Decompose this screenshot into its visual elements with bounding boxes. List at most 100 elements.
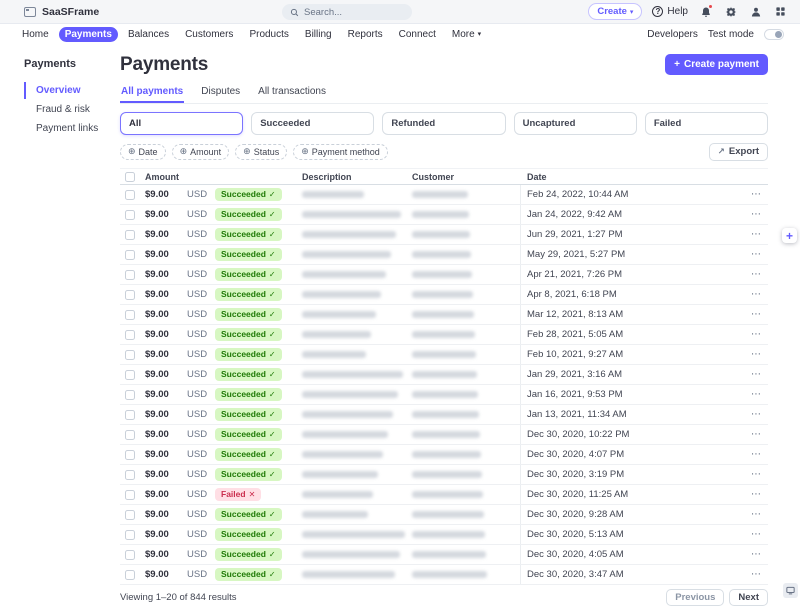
row-actions-button[interactable]: ⋯	[745, 569, 768, 580]
table-row[interactable]: $9.00 USD Failed ✕ Dec 30, 2020, 11:25 AM ⋯	[120, 485, 768, 505]
filter-chip-amount[interactable]: ⊕ Amount	[171, 144, 230, 160]
row-actions-button[interactable]: ⋯	[745, 269, 768, 280]
row-checkbox[interactable]	[125, 309, 135, 320]
row-checkbox[interactable]	[125, 289, 135, 300]
filter-chip-payment-method[interactable]: ⊕ Payment method	[293, 144, 388, 160]
apps-grid-button[interactable]	[773, 4, 788, 19]
row-checkbox[interactable]	[125, 349, 135, 360]
row-checkbox[interactable]	[125, 429, 135, 440]
nav-item-connect[interactable]: Connect	[393, 27, 442, 42]
test-mode-toggle[interactable]	[764, 28, 784, 40]
row-actions-button[interactable]: ⋯	[745, 249, 768, 260]
tab-all-payments[interactable]: All payments	[120, 84, 184, 103]
viewport-widget-button[interactable]	[783, 583, 798, 598]
settings-button[interactable]	[723, 4, 738, 19]
table-row[interactable]: $9.00 USD Succeeded ✓ May 29, 2021, 5:27 PM ⋯	[120, 245, 768, 265]
filter-chip-date[interactable]: ⊕ Date	[120, 144, 166, 160]
row-actions-button[interactable]: ⋯	[745, 409, 768, 420]
table-row[interactable]: $9.00 USD Succeeded ✓ Jan 13, 2021, 11:34 AM…	[120, 405, 768, 425]
select-all-checkbox[interactable]	[125, 171, 135, 182]
row-actions-button[interactable]: ⋯	[745, 229, 768, 240]
table-row[interactable]: $9.00 USD Succeeded ✓ Dec 30, 2020, 10:22 PM…	[120, 425, 768, 445]
next-page-button[interactable]: Next	[729, 589, 768, 606]
row-checkbox[interactable]	[125, 329, 135, 340]
filter-chip-status[interactable]: ⊕ Status	[235, 144, 288, 160]
nav-item-customers[interactable]: Customers	[179, 27, 239, 42]
row-actions-button[interactable]: ⋯	[745, 529, 768, 540]
previous-page-button[interactable]: Previous	[666, 589, 725, 606]
row-actions-button[interactable]: ⋯	[745, 189, 768, 200]
table-row[interactable]: $9.00 USD Succeeded ✓ Jun 29, 2021, 1:27 PM ⋯	[120, 225, 768, 245]
table-row[interactable]: $9.00 USD Succeeded ✓ Mar 12, 2021, 8:13 AM ⋯	[120, 305, 768, 325]
row-checkbox[interactable]	[125, 569, 135, 580]
row-checkbox[interactable]	[125, 209, 135, 220]
row-checkbox[interactable]	[125, 369, 135, 380]
floating-add-button[interactable]: +	[782, 228, 797, 243]
nav-item-products[interactable]: Products	[243, 27, 294, 42]
table-row[interactable]: $9.00 USD Succeeded ✓ Feb 24, 2022, 10:44 AM…	[120, 185, 768, 205]
row-actions-button[interactable]: ⋯	[745, 549, 768, 560]
nav-item-payments[interactable]: Payments	[58, 26, 118, 42]
table-row[interactable]: $9.00 USD Succeeded ✓ Feb 10, 2021, 9:27 AM ⋯	[120, 345, 768, 365]
row-checkbox[interactable]	[125, 449, 135, 460]
table-row[interactable]: $9.00 USD Succeeded ✓ Dec 30, 2020, 4:07 PM ⋯	[120, 445, 768, 465]
nav-item-balances[interactable]: Balances	[122, 27, 175, 42]
sidebar-item-payment-links[interactable]: Payment links	[24, 120, 112, 137]
create-payment-button[interactable]: + Create payment	[665, 54, 768, 75]
row-actions-button[interactable]: ⋯	[745, 349, 768, 360]
tab-disputes[interactable]: Disputes	[200, 84, 241, 103]
row-actions-button[interactable]: ⋯	[745, 209, 768, 220]
nav-item-billing[interactable]: Billing	[299, 27, 338, 42]
filter-card-refunded[interactable]: Refunded	[382, 112, 506, 135]
row-checkbox[interactable]	[125, 529, 135, 540]
row-checkbox[interactable]	[125, 189, 135, 200]
notifications-button[interactable]	[698, 4, 713, 19]
table-row[interactable]: $9.00 USD Succeeded ✓ Dec 30, 2020, 5:13 AM ⋯	[120, 525, 768, 545]
row-actions-button[interactable]: ⋯	[745, 369, 768, 380]
table-row[interactable]: $9.00 USD Succeeded ✓ Dec 30, 2020, 3:19 PM ⋯	[120, 465, 768, 485]
nav-item-home[interactable]: Home	[16, 27, 55, 42]
table-row[interactable]: $9.00 USD Succeeded ✓ Jan 16, 2021, 9:53 PM ⋯	[120, 385, 768, 405]
table-row[interactable]: $9.00 USD Succeeded ✓ Jan 24, 2022, 9:42 AM ⋯	[120, 205, 768, 225]
nav-item-more[interactable]: More ▾	[446, 27, 487, 42]
developers-link[interactable]: Developers	[647, 29, 698, 40]
row-checkbox[interactable]	[125, 409, 135, 420]
row-checkbox[interactable]	[125, 229, 135, 240]
sidebar-item-fraud-risk[interactable]: Fraud & risk	[24, 101, 112, 118]
table-row[interactable]: $9.00 USD Succeeded ✓ Feb 28, 2021, 5:05 AM ⋯	[120, 325, 768, 345]
row-actions-button[interactable]: ⋯	[745, 509, 768, 520]
row-actions-button[interactable]: ⋯	[745, 429, 768, 440]
tab-all-transactions[interactable]: All transactions	[257, 84, 327, 103]
row-checkbox[interactable]	[125, 489, 135, 500]
row-actions-button[interactable]: ⋯	[745, 389, 768, 400]
filter-card-all[interactable]: All	[120, 112, 244, 135]
sidebar-item-overview[interactable]: Overview	[24, 82, 112, 99]
row-checkbox[interactable]	[125, 389, 135, 400]
row-actions-button[interactable]: ⋯	[745, 489, 768, 500]
row-actions-button[interactable]: ⋯	[745, 449, 768, 460]
row-checkbox[interactable]	[125, 269, 135, 280]
table-row[interactable]: $9.00 USD Succeeded ✓ Dec 30, 2020, 3:47 AM ⋯	[120, 565, 768, 585]
table-row[interactable]: $9.00 USD Succeeded ✓ Apr 21, 2021, 7:26 PM ⋯	[120, 265, 768, 285]
filter-card-failed[interactable]: Failed	[644, 112, 769, 135]
filter-card-succeeded[interactable]: Succeeded	[251, 112, 375, 135]
table-row[interactable]: $9.00 USD Succeeded ✓ Dec 30, 2020, 4:05 AM ⋯	[120, 545, 768, 565]
help-button[interactable]: ? Help	[652, 6, 688, 17]
row-checkbox[interactable]	[125, 469, 135, 480]
table-row[interactable]: $9.00 USD Succeeded ✓ Jan 29, 2021, 3:16 AM ⋯	[120, 365, 768, 385]
table-row[interactable]: $9.00 USD Succeeded ✓ Apr 8, 2021, 6:18 PM ⋯	[120, 285, 768, 305]
row-checkbox[interactable]	[125, 549, 135, 560]
row-actions-button[interactable]: ⋯	[745, 309, 768, 320]
row-actions-button[interactable]: ⋯	[745, 329, 768, 340]
filter-card-uncaptured[interactable]: Uncaptured	[513, 112, 637, 135]
row-actions-button[interactable]: ⋯	[745, 469, 768, 480]
search-input[interactable]: Search...	[282, 4, 412, 20]
table-row[interactable]: $9.00 USD Succeeded ✓ Dec 30, 2020, 9:28 AM ⋯	[120, 505, 768, 525]
row-checkbox[interactable]	[125, 249, 135, 260]
row-actions-button[interactable]: ⋯	[745, 289, 768, 300]
profile-button[interactable]	[748, 4, 763, 19]
create-button[interactable]: Create ▾	[588, 3, 643, 20]
nav-item-reports[interactable]: Reports	[342, 27, 389, 42]
row-checkbox[interactable]	[125, 509, 135, 520]
export-button[interactable]: ↗ Export	[708, 143, 768, 161]
